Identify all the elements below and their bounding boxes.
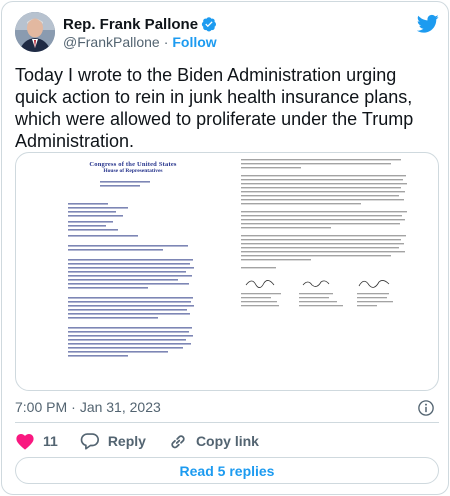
tweet-text: Today I wrote to the Biden Administratio… bbox=[15, 65, 414, 151]
action-bar: 11 Reply Copy link bbox=[15, 430, 281, 452]
like-button[interactable]: 11 bbox=[15, 432, 58, 450]
name-row: Rep. Frank Pallone bbox=[63, 15, 217, 33]
letter-body-lines-left bbox=[68, 181, 194, 357]
avatar[interactable] bbox=[15, 12, 55, 52]
tweet-timestamp[interactable]: 7:00 PM · Jan 31, 2023 bbox=[15, 399, 161, 415]
author-handle[interactable]: @FrankPallone bbox=[63, 34, 160, 50]
heart-icon bbox=[16, 434, 34, 450]
letter-page-right bbox=[241, 157, 411, 387]
letterhead-subtitle: House of Representatives bbox=[103, 168, 163, 174]
handle-row: @FrankPallone · Follow bbox=[63, 34, 217, 50]
letter-body-lines-right bbox=[241, 159, 407, 307]
author-name[interactable]: Rep. Frank Pallone bbox=[63, 16, 198, 33]
timestamp-separator: · bbox=[71, 399, 76, 415]
read-replies-label: Read 5 replies bbox=[179, 462, 275, 479]
copy-link-label: Copy link bbox=[195, 433, 259, 449]
tweet-header: Rep. Frank Pallone @FrankPallone · Follo… bbox=[15, 12, 439, 56]
tweet-card: Rep. Frank Pallone @FrankPallone · Follo… bbox=[1, 1, 449, 495]
reply-button[interactable]: Reply bbox=[80, 432, 146, 450]
verified-badge-icon bbox=[201, 17, 217, 32]
divider bbox=[15, 422, 439, 423]
letter-image[interactable]: Congress of the United States House of R… bbox=[15, 152, 439, 391]
reply-label: Reply bbox=[107, 433, 146, 449]
twitter-bird-icon[interactable] bbox=[417, 14, 439, 34]
letter-page-left: Congress of the United States House of R… bbox=[68, 161, 198, 386]
copy-link-button[interactable]: Copy link bbox=[168, 432, 259, 450]
read-replies-button[interactable]: Read 5 replies bbox=[15, 457, 439, 484]
like-count: 11 bbox=[43, 433, 58, 449]
letterhead-title: Congress of the United States bbox=[89, 161, 177, 168]
follow-button[interactable]: Follow bbox=[172, 34, 216, 50]
link-icon bbox=[171, 435, 185, 449]
info-icon[interactable] bbox=[417, 399, 435, 417]
tweet-time: 7:00 PM bbox=[15, 399, 68, 415]
reply-icon bbox=[80, 433, 99, 450]
separator: · bbox=[163, 34, 169, 50]
tweet-date: Jan 31, 2023 bbox=[79, 399, 161, 415]
